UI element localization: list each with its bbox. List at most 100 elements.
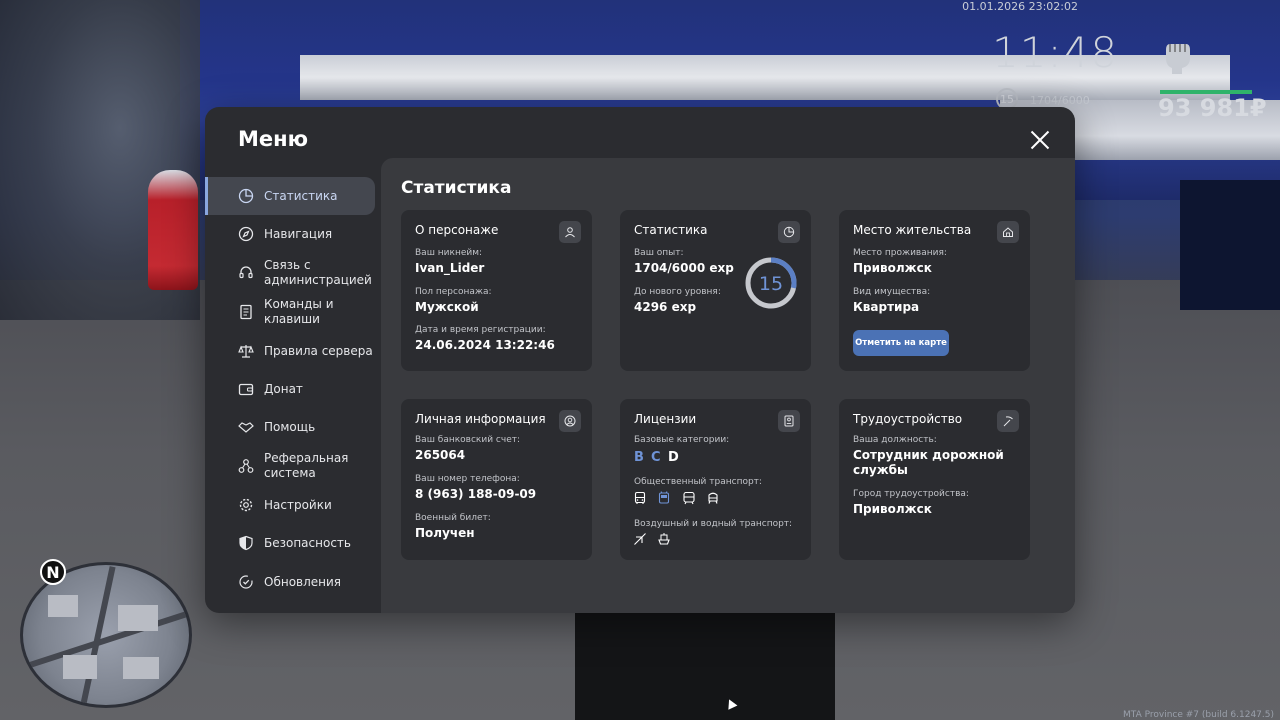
card-personal-info: Личная информация Ваш банковский счет: 2… xyxy=(401,399,592,560)
card-licenses: Лицензии Базовые категории: B C D Общест… xyxy=(620,399,811,560)
nickname-value: Ivan_Lider xyxy=(415,261,485,275)
ship-icon xyxy=(656,531,672,547)
menu-title: Меню xyxy=(238,127,309,151)
minimap xyxy=(20,562,192,708)
license-category-c: C xyxy=(651,450,661,465)
sidebar-item-settings[interactable]: Настройки xyxy=(205,486,375,524)
hud-exp: 1704/6000 xyxy=(1030,94,1090,107)
dark-wall xyxy=(1180,180,1280,310)
content-title: Статистика xyxy=(401,178,512,198)
user-circle-icon xyxy=(559,410,581,432)
compass-icon xyxy=(236,224,256,244)
sidebar-item-security[interactable]: Безопасность xyxy=(205,524,375,562)
next-level-label: До нового уровня: xyxy=(634,287,721,297)
phone-label: Ваш номер телефона: xyxy=(415,474,520,484)
id-card-icon xyxy=(778,410,800,432)
gender-label: Пол персонажа: xyxy=(415,287,492,297)
registration-label: Дата и время регистрации: xyxy=(415,325,546,335)
network-icon xyxy=(236,456,256,476)
hud-money: 93 981₽ xyxy=(1158,94,1267,122)
hud-datetime: 01.01.2026 23:02:02 xyxy=(962,0,1078,13)
content-panel: Статистика О персонаже Ваш никнейм: Ivan… xyxy=(381,158,1075,613)
residence-label: Место проживания: xyxy=(853,248,947,258)
mark-on-map-button[interactable]: Отметить на карте xyxy=(853,330,949,356)
registration-value: 24.06.2024 13:22:46 xyxy=(415,338,555,352)
update-icon xyxy=(236,572,256,592)
sidebar-item-referral[interactable]: Реферальная система xyxy=(205,447,375,485)
sidebar-item-label: Статистика xyxy=(264,188,338,203)
base-categories-label: Базовые категории: xyxy=(634,435,730,445)
sidebar-item-label: Команды и клавиши xyxy=(264,297,334,326)
subway-icon xyxy=(705,490,721,506)
exp-value: 1704/6000 exp xyxy=(634,261,734,275)
menu-window: Меню Статистика Навигация Связь с админи… xyxy=(205,107,1075,613)
card-employment: Трудоустройство Ваша должность: Сотрудни… xyxy=(839,399,1030,560)
nickname-label: Ваш никнейм: xyxy=(415,248,483,258)
card-title: Место жительства xyxy=(853,223,972,237)
work-city-value: Приволжск xyxy=(853,502,932,516)
pickaxe-icon xyxy=(997,410,1019,432)
sidebar-item-label: Безопасность xyxy=(264,535,351,550)
sidebar-item-donate[interactable]: Донат xyxy=(205,370,375,408)
work-city-label: Город трудоустройства: xyxy=(853,489,969,499)
card-residence: Место жительства Место проживания: Приво… xyxy=(839,210,1030,371)
air-water-transport-label: Воздушный и водный транспорт: xyxy=(634,519,793,529)
bank-value: 265064 xyxy=(415,448,466,462)
phone-value: 8 (963) 188-09-09 xyxy=(415,487,537,501)
north-marker: N xyxy=(40,559,66,585)
position-label: Ваша должность: xyxy=(853,435,937,445)
property-value: Квартира xyxy=(853,300,920,314)
position-value: Сотрудник дорожной службы xyxy=(853,448,1004,477)
sidebar-item-label: Донат xyxy=(264,381,303,396)
card-title: Статистика xyxy=(634,223,708,237)
military-label: Военный билет: xyxy=(415,513,491,523)
hud-clock: 11:48 xyxy=(992,28,1119,77)
headset-icon xyxy=(236,263,256,283)
sidebar-item-label: Реферальная система xyxy=(264,451,349,480)
card-title: О персонаже xyxy=(415,223,499,237)
sidebar-item-label: Правила сервера xyxy=(264,343,373,358)
sidebar-item-admin-contact[interactable]: Связь с администрацией xyxy=(205,254,375,292)
airplane-icon xyxy=(632,531,648,547)
sidebar-item-statistics[interactable]: Статистика xyxy=(205,177,375,215)
pie-chart-icon xyxy=(778,221,800,243)
card-title: Трудоустройство xyxy=(853,412,963,426)
exp-label: Ваш опыт: xyxy=(634,248,684,258)
residence-value: Приволжск xyxy=(853,261,932,275)
bus-icon xyxy=(632,490,648,506)
sidebar-item-help[interactable]: Помощь xyxy=(205,408,375,446)
santa-figure xyxy=(148,170,198,290)
military-value: Получен xyxy=(415,526,475,540)
gear-icon xyxy=(236,495,256,515)
fist-icon xyxy=(1166,44,1190,74)
public-transport-label: Общественный транспорт: xyxy=(634,477,762,487)
card-title: Личная информация xyxy=(415,412,546,426)
card-about-character: О персонаже Ваш никнейм: Ivan_Lider Пол … xyxy=(401,210,592,371)
tram-icon xyxy=(681,490,697,506)
bank-label: Ваш банковский счет: xyxy=(415,435,521,445)
level-number: 15 xyxy=(759,273,783,295)
level-progress-ring: 15 xyxy=(745,257,797,309)
user-icon xyxy=(559,221,581,243)
sidebar-item-label: Настройки xyxy=(264,497,332,512)
wallet-icon xyxy=(236,379,256,399)
scales-icon xyxy=(236,341,256,361)
trolleybus-icon xyxy=(656,490,672,506)
gender-value: Мужской xyxy=(415,300,479,314)
player-character xyxy=(575,600,835,720)
license-category-b: B xyxy=(634,450,644,465)
sidebar-item-label: Помощь xyxy=(264,419,316,434)
license-category-d: D xyxy=(668,450,679,465)
document-icon xyxy=(236,302,256,322)
card-statistics: Статистика Ваш опыт: 1704/6000 exp До но… xyxy=(620,210,811,371)
sidebar-item-label: Навигация xyxy=(264,226,333,241)
card-title: Лицензии xyxy=(634,412,697,426)
sidebar-item-label: Связь с администрацией xyxy=(264,258,372,287)
sidebar-item-commands[interactable]: Команды и клавиши xyxy=(205,293,375,331)
sidebar-item-updates[interactable]: Обновления xyxy=(205,563,375,601)
build-info: MTA Province #7 (build 6.1247.5) xyxy=(1123,710,1274,720)
shield-icon xyxy=(236,533,256,553)
sidebar-item-rules[interactable]: Правила сервера xyxy=(205,332,375,370)
sidebar-item-navigation[interactable]: Навигация xyxy=(205,215,375,253)
close-button[interactable] xyxy=(1027,127,1053,153)
